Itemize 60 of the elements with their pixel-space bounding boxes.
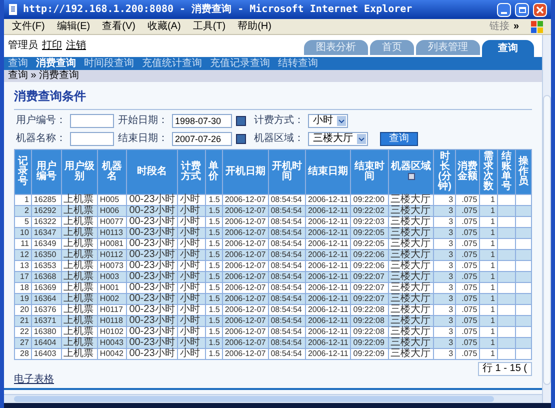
table-cell: .075 [456,348,480,360]
column-header[interactable]: 时段名 [126,150,178,194]
field-label: 机器区域： [254,132,304,146]
links-label[interactable]: 链接 [489,22,510,32]
export-link[interactable]: 电子表格 [14,374,54,386]
tab[interactable]: 首页 [370,40,414,55]
field-label: 结束日期： [118,132,168,146]
field-label: 计费方式： [254,114,304,128]
table-cell: H0042 [97,348,127,360]
column-header[interactable]: 操作员 [515,150,532,194]
section-title: 消费查询条件 [14,89,86,103]
column-header[interactable]: 计费方式 [177,150,206,194]
breadcrumb: 查询 » 消费查询 [8,71,80,81]
table-cell: 上机票 [61,348,98,360]
table-cell: 三楼大厅 [388,348,434,360]
tab[interactable]: 查询 [482,40,534,57]
dropdown[interactable]: 小时 [308,114,348,128]
menu-item[interactable]: 文件(F) [12,22,45,32]
table-cell: 00-23小时 [126,348,178,360]
search-button[interactable]: 查询 [380,132,418,146]
table-cell: 1.5 [205,348,222,360]
nav-link[interactable]: 时间段查询 [84,58,134,68]
nav-link[interactable]: 结转查询 [278,58,318,68]
menu-item[interactable]: 工具(T) [192,22,226,32]
date-field[interactable]: 1998-07-30 [172,114,232,128]
table-cell: 2006-12-11 [305,348,351,360]
header-link[interactable]: 注销 [66,38,86,53]
date-field[interactable]: 2007-07-26 [172,132,232,146]
field-label: 机器名称： [16,132,66,146]
menu-item[interactable]: 编辑(E) [56,22,90,32]
user-label: 管理员 [8,39,38,53]
menu-item[interactable]: 查看(V) [102,22,136,32]
window-title: http://192.168.1.200:8080 - 消费查询 - Microsoft Internet Explorer [23,2,412,17]
nav-link[interactable]: 消费查询 [36,58,76,68]
column-header[interactable]: 结账单号 [497,150,516,194]
table-cell: 16403 [31,348,62,360]
table-cell: 09:22:09 [350,348,388,360]
table-cell: 08:54:54 [268,348,306,360]
nav-link[interactable]: 充值统计查询 [142,58,202,68]
menu-item[interactable]: 收藏(A) [147,22,181,32]
table-cell: 3 [434,348,456,360]
pager-label: 行 1 - 15 ( [478,362,532,376]
header-link[interactable]: 打印 [42,38,62,53]
table-cell: 2006-12-07 [222,348,268,360]
field-label: 用户编号： [16,114,66,128]
field-label: 开始日期： [118,114,168,128]
column-header[interactable]: 机器区域 [388,150,434,194]
table-cell: 28 [14,348,32,360]
dropdown[interactable]: 三楼大厅 [308,132,368,146]
column-header[interactable]: 记录号 [14,150,32,194]
tab[interactable]: 图表分析 [304,40,368,55]
table-cell: 小时 [177,348,206,360]
nav-link[interactable]: 充值记录查询 [210,58,270,68]
tab[interactable]: 列表管理 [416,40,480,55]
nav-link[interactable]: 查询 [8,58,28,68]
table-cell: 1 [480,348,498,360]
menu-item[interactable]: 帮助(H) [238,22,272,32]
column-header[interactable]: 单价 [205,150,222,194]
column-header[interactable]: 需求次数 [480,150,498,194]
chevron-icon[interactable]: » [513,22,519,32]
